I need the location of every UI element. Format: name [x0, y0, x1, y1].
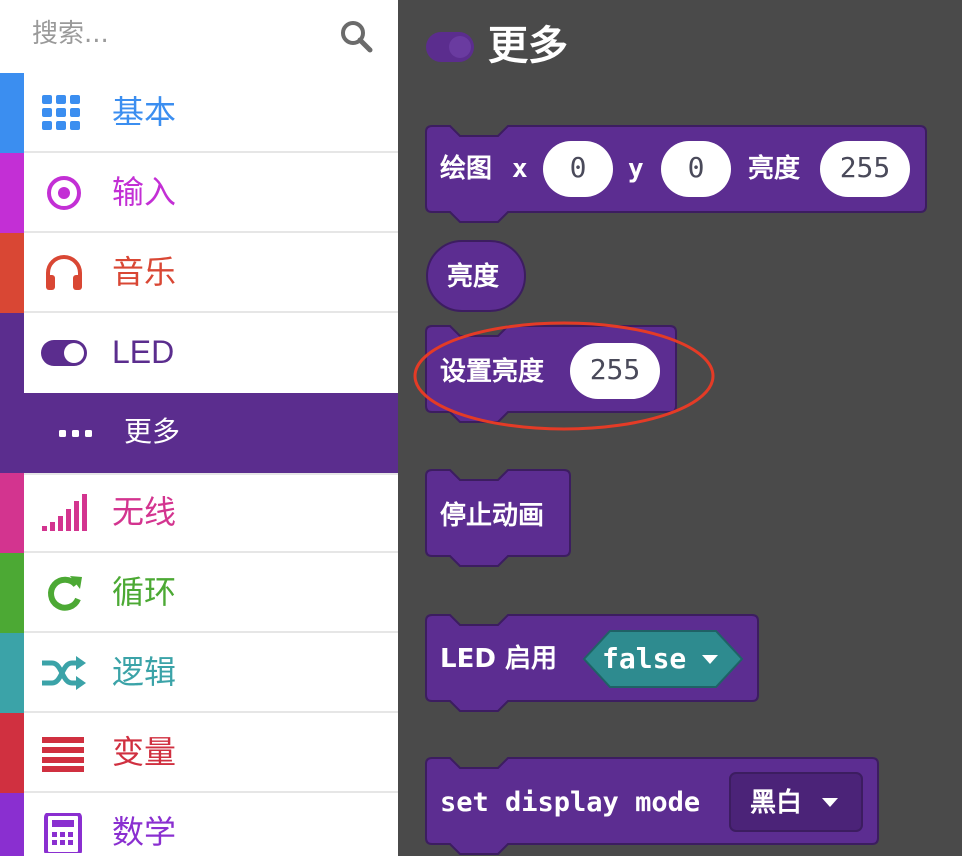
category-label: 循环 — [112, 573, 177, 611]
plot-brightness-block[interactable]: 绘图 x 0 y 0 亮度 255 — [425, 125, 928, 223]
category-label: 音乐 — [112, 253, 177, 291]
category-label: 无线 — [112, 493, 177, 531]
category-label: 变量 — [112, 733, 177, 771]
signal-icon — [42, 494, 87, 531]
category-radio[interactable]: 无线 — [0, 473, 398, 553]
search-input[interactable] — [32, 12, 322, 56]
block-label: x — [512, 154, 528, 184]
block-label: 亮度 — [748, 154, 801, 184]
set-display-mode-block[interactable]: set display mode 黑白 — [425, 757, 880, 855]
category-label: 输入 — [112, 173, 177, 211]
y-value-input[interactable]: 0 — [661, 141, 731, 197]
category-variables[interactable]: 变量 — [0, 713, 398, 793]
category-label: 逻辑 — [112, 653, 177, 691]
grid-icon — [42, 95, 80, 130]
block-label: 停止动画 — [440, 501, 545, 531]
category-led[interactable]: LED — [0, 313, 398, 393]
category-label: 更多 — [124, 415, 181, 448]
search-bar — [0, 0, 398, 73]
led-enable-block[interactable]: LED 启用 false — [425, 614, 760, 712]
block-flyout: 更多 绘图 x 0 y 0 亮度 255 亮度 设置亮度 255 停止动画 LE… — [398, 0, 962, 856]
category-music[interactable]: 音乐 — [0, 233, 398, 313]
block-label: 绘图 — [440, 154, 493, 184]
block-label: y — [628, 154, 644, 184]
search-icon[interactable] — [338, 18, 374, 54]
shuffle-icon — [42, 656, 86, 690]
display-mode-dropdown[interactable]: 黑白 — [750, 788, 802, 818]
led-enable-dropdown[interactable]: false — [602, 643, 686, 675]
toggle-icon — [41, 340, 87, 366]
block-label: 亮度 — [447, 262, 500, 292]
toggle-icon — [426, 32, 474, 62]
x-value-input[interactable]: 0 — [543, 141, 613, 197]
category-label: 数学 — [112, 813, 177, 851]
category-led-more[interactable]: 更多 — [0, 393, 398, 473]
category-basic[interactable]: 基本 — [0, 73, 398, 153]
brightness-value-input[interactable]: 255 — [820, 141, 910, 197]
ellipsis-icon — [59, 430, 92, 437]
headphones-icon — [46, 255, 82, 290]
flyout-title: 更多 — [488, 23, 568, 69]
category-math[interactable]: 数学 — [0, 793, 398, 856]
toolbox-sidebar: 基本 输入 音乐 LED — [0, 0, 398, 856]
refresh-icon — [48, 576, 82, 611]
chevron-down-icon[interactable] — [822, 798, 838, 807]
block-label: set display mode — [440, 787, 701, 818]
category-label: 基本 — [112, 93, 177, 131]
list-icon — [42, 737, 84, 772]
category-loops[interactable]: 循环 — [0, 553, 398, 633]
category-input[interactable]: 输入 — [0, 153, 398, 233]
stop-animation-block[interactable]: 停止动画 — [425, 469, 571, 567]
category-label: LED — [112, 334, 175, 370]
block-label: LED 启用 — [440, 644, 557, 674]
target-icon — [47, 176, 81, 210]
calculator-icon — [44, 813, 82, 853]
chevron-down-icon[interactable] — [702, 655, 718, 664]
category-logic[interactable]: 逻辑 — [0, 633, 398, 713]
brightness-reporter-block[interactable]: 亮度 — [426, 240, 526, 312]
highlight-annotation — [413, 321, 715, 431]
